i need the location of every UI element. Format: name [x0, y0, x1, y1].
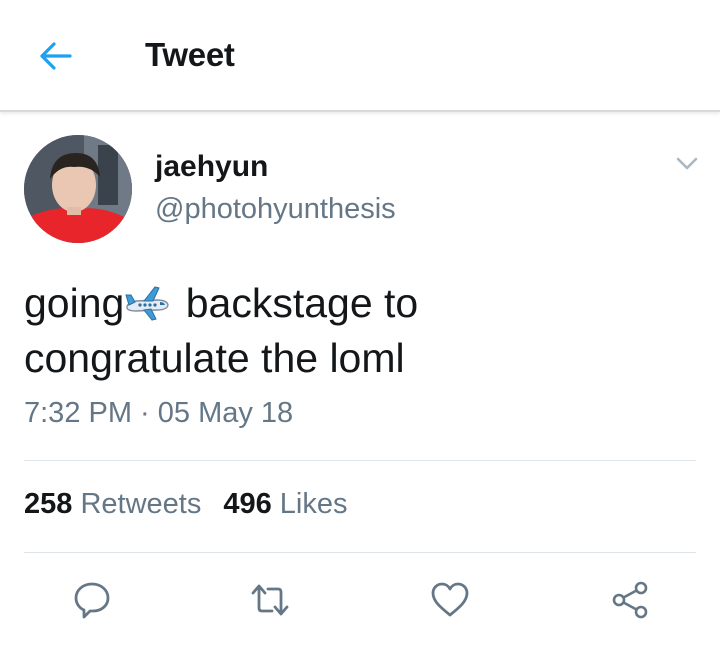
- reply-icon[interactable]: [72, 580, 112, 620]
- arrow-left-icon[interactable]: [36, 36, 76, 76]
- page-title: Tweet: [145, 36, 235, 73]
- tweet-text-line1-end: backstage to: [174, 280, 419, 326]
- retweet-icon[interactable]: [250, 580, 290, 620]
- divider: [24, 460, 696, 461]
- retweets-count: 258: [24, 488, 73, 520]
- likes-label: Likes: [279, 488, 348, 520]
- tweet-text-line1-start: going: [24, 280, 125, 326]
- tweet-text-line2: congratulate the loml: [24, 335, 405, 381]
- chevron-down-icon[interactable]: [672, 152, 702, 176]
- tweet-stats: 258 Retweets 496 Likes: [24, 488, 348, 521]
- like-icon[interactable]: [430, 580, 470, 620]
- likes-count: 496: [223, 488, 272, 520]
- tweet-text: going backstage to congratulate the loml: [24, 276, 694, 386]
- likes-stat[interactable]: 496 Likes: [223, 488, 347, 521]
- display-name[interactable]: jaehyun: [155, 150, 268, 184]
- divider: [24, 552, 696, 553]
- user-handle[interactable]: @photohyunthesis: [155, 193, 396, 226]
- avatar[interactable]: [24, 135, 132, 243]
- retweets-label: Retweets: [80, 488, 202, 520]
- top-app-bar: Tweet: [0, 0, 720, 112]
- share-icon[interactable]: [610, 580, 650, 620]
- avatar-photo: [24, 135, 132, 243]
- airplane-icon: [125, 286, 170, 321]
- retweets-stat[interactable]: 258 Retweets: [24, 488, 201, 521]
- tweet-timestamp: 7:32 PM · 05 May 18: [24, 397, 294, 429]
